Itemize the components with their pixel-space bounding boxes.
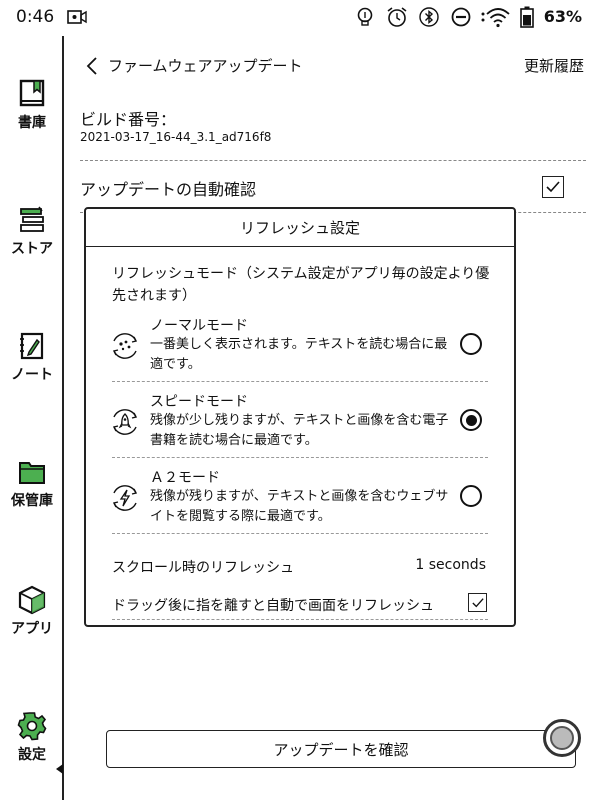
gear-icon	[17, 710, 47, 742]
check-update-button[interactable]: アップデートを確認	[106, 730, 576, 768]
active-indicator	[56, 764, 63, 774]
status-time: 0:46	[16, 7, 55, 27]
cube-icon	[17, 584, 47, 616]
divider	[112, 381, 488, 382]
floating-ball-button[interactable]	[543, 719, 581, 757]
sidebar-item-library[interactable]: 書庫	[0, 78, 64, 132]
speed-mode-icon	[110, 407, 140, 437]
mode-description: 一番美しく表示されます。テキストを読む場合に最適です。	[150, 337, 448, 372]
alarm-icon	[386, 6, 408, 28]
status-bar: 0:46 63%	[0, 0, 600, 36]
auto-check-label: アップデートの自動確認	[80, 180, 257, 199]
page-title: ファームウェアアップデート	[108, 57, 303, 75]
mode-radio-selected[interactable]	[460, 409, 482, 431]
wifi-icon	[480, 6, 510, 28]
minus-circle-icon	[450, 6, 472, 28]
sidebar: 書庫 ストア ノート 保管庫 アプリ 設定	[0, 36, 64, 800]
sidebar-item-store[interactable]: ストア	[0, 204, 64, 258]
divider	[112, 619, 488, 620]
drag-refresh-label: ドラッグ後に指を離すと自動で画面をリフレッシュ	[112, 598, 434, 614]
a2-mode-icon	[110, 483, 140, 513]
dialog-title: リフレッシュ設定	[86, 209, 514, 247]
normal-mode-icon	[110, 331, 140, 361]
sidebar-item-settings[interactable]: 設定	[0, 710, 64, 764]
mode-name: スピードモード	[150, 394, 248, 410]
bluetooth-icon	[418, 6, 440, 28]
update-history-link[interactable]: 更新履歴	[524, 55, 584, 76]
sidebar-item-apps[interactable]: アプリ	[0, 584, 64, 638]
book-icon	[17, 78, 47, 110]
divider	[80, 160, 586, 161]
divider	[112, 457, 488, 458]
sidebar-item-storage[interactable]: 保管庫	[0, 456, 64, 510]
sidebar-item-label: ノート	[11, 367, 53, 383]
divider	[112, 533, 488, 534]
sidebar-item-label: ストア	[11, 241, 53, 257]
sidebar-item-label: 設定	[18, 747, 46, 763]
sidebar-item-label: アプリ	[11, 621, 53, 637]
header: ファームウェアアップデート 更新履歴	[66, 52, 600, 82]
mode-a2[interactable]: Ａ２モード 残像が残りますが、テキストと画像を含むウェブサイトを閲覧する際に最適…	[110, 467, 494, 539]
scroll-refresh-label: スクロール時のリフレッシュ	[112, 560, 294, 576]
battery-percent: 63%	[543, 7, 582, 26]
sidebar-item-label: 保管庫	[11, 493, 53, 509]
mode-normal[interactable]: ノーマルモード 一番美しく表示されます。テキストを読む場合に最適です。	[110, 315, 494, 387]
mode-name: Ａ２モード	[150, 470, 220, 486]
store-icon	[17, 204, 47, 236]
battery-icon	[516, 6, 538, 28]
mode-radio[interactable]	[460, 333, 482, 355]
scroll-refresh-value[interactable]: 1 seconds	[415, 557, 486, 573]
mode-description: 残像が少し残りますが、テキストと画像を含む電子書籍を読む場合に最適です。	[150, 413, 449, 448]
video-icon	[66, 6, 88, 28]
build-number-label: ビルド番号：	[80, 110, 177, 129]
check-icon	[471, 597, 484, 607]
sidebar-item-notes[interactable]: ノート	[0, 330, 64, 384]
build-number-value: 2021-03-17_16-44_3.1_ad716f8	[80, 130, 272, 144]
check-icon	[546, 181, 560, 193]
refresh-settings-dialog: リフレッシュ設定 リフレッシュモード（システム設定がアプリ毎の設定より優先されま…	[84, 207, 516, 627]
back-button[interactable]	[80, 52, 104, 80]
folder-icon	[17, 456, 47, 488]
drag-refresh-checkbox[interactable]	[468, 593, 487, 612]
chevron-left-icon	[86, 57, 97, 75]
refresh-mode-header: リフレッシュモード（システム設定がアプリ毎の設定より優先されます）	[112, 266, 490, 304]
auto-check-checkbox[interactable]	[542, 176, 564, 198]
mode-description: 残像が残りますが、テキストと画像を含むウェブサイトを閲覧する際に最適です。	[150, 489, 449, 524]
mode-name: ノーマルモード	[150, 318, 248, 334]
bulb-icon	[354, 6, 376, 28]
sidebar-item-label: 書庫	[18, 115, 46, 131]
mode-radio[interactable]	[460, 485, 482, 507]
mode-speed[interactable]: スピードモード 残像が少し残りますが、テキストと画像を含む電子書籍を読む場合に最…	[110, 391, 494, 463]
note-icon	[17, 330, 47, 362]
